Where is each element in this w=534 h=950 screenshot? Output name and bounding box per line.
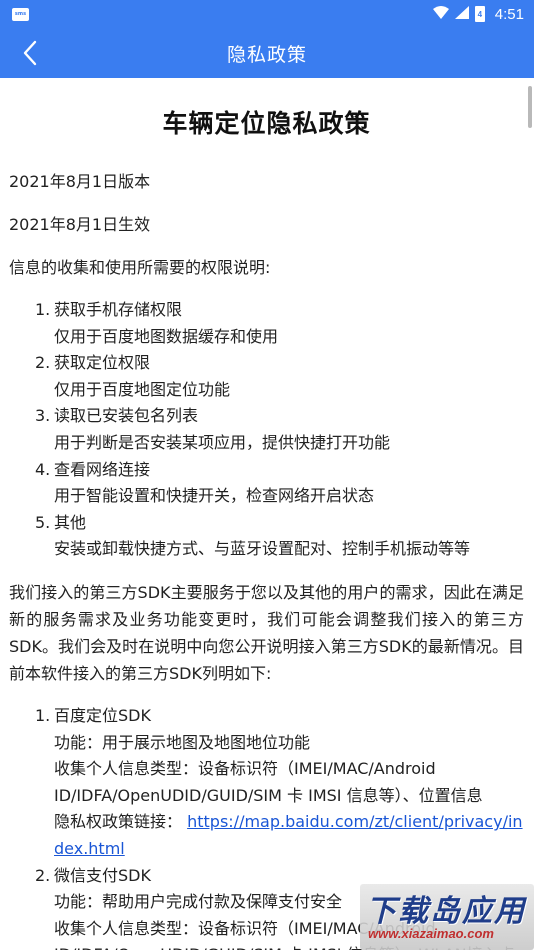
permission-title: 获取定位权限 bbox=[54, 353, 151, 373]
list-number: 5. bbox=[35, 512, 51, 532]
list-number: 2. bbox=[35, 353, 51, 373]
list-item: 2. 获取定位权限 仅用于百度地图定位功能 bbox=[9, 350, 524, 403]
sdk-name: 百度定位SDK bbox=[54, 705, 151, 725]
sms-notification-icon: sms bbox=[12, 7, 29, 21]
document-title: 车辆定位隐私政策 bbox=[162, 109, 371, 138]
list-item: 1. 获取手机存储权限 仅用于百度地图数据缓存和使用 bbox=[9, 297, 524, 350]
permission-desc: 安装或卸载快捷方式、与蓝牙设置配对、控制手机振动等等 bbox=[54, 539, 471, 559]
permission-title: 其他 bbox=[54, 512, 87, 532]
watermark-url: www.xiazaimao.com bbox=[368, 926, 494, 941]
effective-line: 2021年8月1日生效 bbox=[9, 215, 151, 234]
sdk-paragraph: 我们接入的第三方SDK主要服务于您以及其他的用户的需求，因此在满足新的服务需求及… bbox=[9, 582, 524, 683]
permissions-list: 1. 获取手机存储权限 仅用于百度地图数据缓存和使用 2. 获取定位权限 仅用于… bbox=[9, 297, 524, 563]
list-item: 4. 查看网络连接 用于智能设置和快捷开关，检查网络开启状态 bbox=[9, 457, 524, 510]
app-bar: 隐私政策 bbox=[0, 28, 534, 78]
list-item: 3. 读取已安装包名列表 用于判断是否安装某项应用，提供快捷打开功能 bbox=[9, 403, 524, 456]
list-item: 5. 其他 安装或卸载快捷方式、与蓝牙设置配对、控制手机振动等等 bbox=[9, 510, 524, 563]
permission-title: 查看网络连接 bbox=[54, 459, 151, 479]
permissions-intro: 信息的收集和使用所需要的权限说明: bbox=[9, 258, 271, 277]
scrollbar[interactable] bbox=[528, 86, 532, 128]
list-number: 1. bbox=[35, 300, 51, 319]
watermark-text: 下载岛应用 bbox=[366, 894, 526, 929]
policy-content[interactable]: 车辆定位隐私政策 2021年8月1日版本 2021年8月1日生效 信息的收集和使… bbox=[0, 78, 534, 950]
permission-desc: 用于判断是否安装某项应用，提供快捷打开功能 bbox=[54, 432, 391, 452]
permission-title: 读取已安装包名列表 bbox=[54, 406, 199, 426]
list-item: 1. 百度定位SDK 功能：用于展示地图及地图地位功能 收集个人信息类型：设备标… bbox=[9, 703, 524, 863]
page-title: 隐私政策 bbox=[226, 43, 307, 66]
back-button[interactable] bbox=[8, 28, 52, 78]
list-number: 1. bbox=[35, 705, 51, 725]
status-time: 4:51 bbox=[494, 5, 524, 23]
permission-title: 获取手机存储权限 bbox=[54, 300, 183, 319]
permission-desc: 仅用于百度地图数据缓存和使用 bbox=[54, 326, 279, 346]
chevron-left-icon bbox=[23, 40, 37, 66]
permission-desc: 仅用于百度地图定位功能 bbox=[54, 379, 231, 399]
watermark-logo: 下载岛应用 www.xiazaimao.com bbox=[360, 884, 534, 950]
permission-desc: 用于智能设置和快捷开关，检查网络开启状态 bbox=[54, 486, 375, 506]
sdk-function: 功能：用于展示地图及地图地位功能 bbox=[54, 732, 311, 752]
sdk-policy-label: 隐私权政策链接： bbox=[54, 812, 183, 832]
signal-icon bbox=[454, 6, 469, 22]
sdk-info-type: 收集个人信息类型：设备标识符（IMEI/MAC/Android ID/IDFA/… bbox=[54, 759, 483, 805]
wifi-icon bbox=[432, 6, 449, 22]
version-line: 2021年8月1日版本 bbox=[9, 172, 151, 191]
list-number: 3. bbox=[35, 406, 51, 426]
status-bar: sms 4 4:51 bbox=[0, 0, 534, 28]
battery-icon: 4 bbox=[474, 6, 485, 22]
list-number: 2. bbox=[35, 865, 51, 885]
list-number: 4. bbox=[35, 459, 51, 479]
